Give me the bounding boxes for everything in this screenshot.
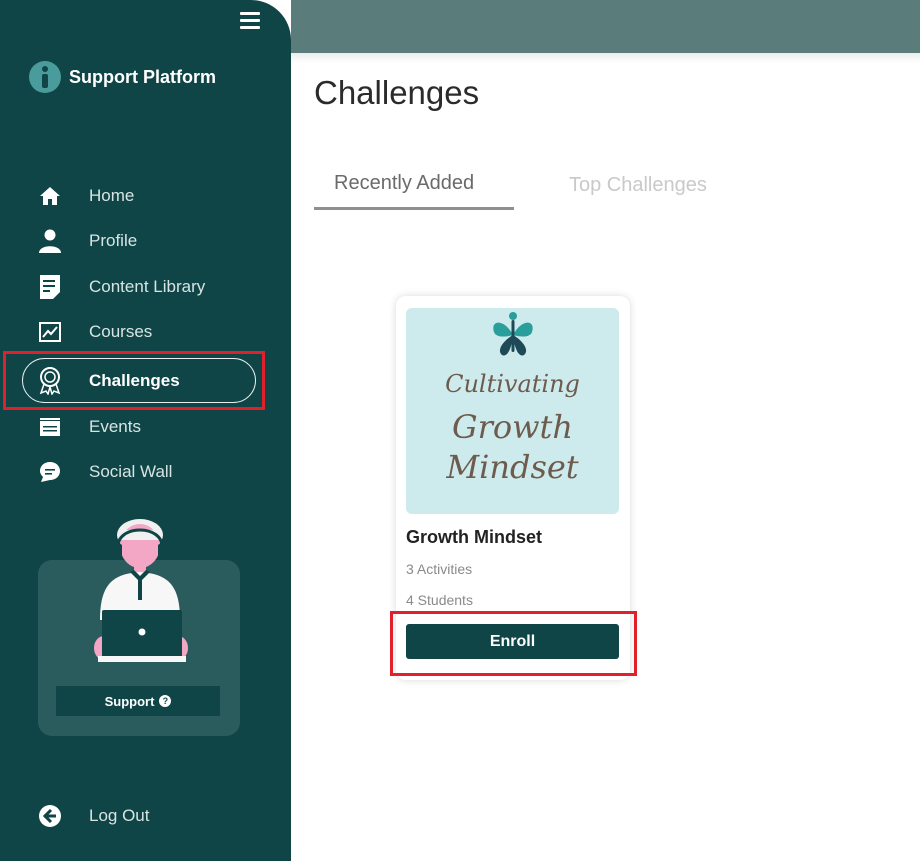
sidebar-item-challenges[interactable]: Challenges xyxy=(22,358,256,403)
top-bar xyxy=(291,0,920,53)
home-icon xyxy=(38,184,62,208)
logout-button[interactable]: Log Out xyxy=(38,797,150,835)
sidebar-item-events[interactable]: Events xyxy=(38,407,141,447)
brand-name: Support Platform xyxy=(69,66,216,87)
cover-text-line: Growth xyxy=(452,408,573,446)
tab-top-challenges[interactable]: Top Challenges xyxy=(569,166,707,210)
brand[interactable]: Support Platform xyxy=(29,61,216,93)
sidebar-item-label: Courses xyxy=(89,322,153,341)
sidebar-item-social-wall[interactable]: Social Wall xyxy=(38,452,172,492)
challenge-card[interactable]: Cultivating Growth Mindset Growth Mindse… xyxy=(396,296,630,680)
challenge-title: Growth Mindset xyxy=(406,527,542,547)
sidebar-item-label: Social Wall xyxy=(89,462,173,481)
sidebar-item-home[interactable]: Home xyxy=(38,176,134,216)
tab-recently-added[interactable]: Recently Added xyxy=(314,166,514,210)
challenge-cover-image: Cultivating Growth Mindset xyxy=(406,308,619,514)
sidebar-item-profile[interactable]: Profile xyxy=(38,221,137,261)
support-button[interactable]: Support ? xyxy=(56,686,220,716)
chat-bubble-icon xyxy=(38,460,62,484)
sidebar-item-content-library[interactable]: Content Library xyxy=(38,267,205,307)
sidebar: Support Platform Home Profile Content Li… xyxy=(0,0,291,861)
support-agent-illustration xyxy=(94,519,188,662)
butterfly-logo-icon xyxy=(493,312,533,356)
sidebar-item-label: Content Library xyxy=(89,277,206,296)
info-logo-icon xyxy=(29,61,61,93)
logout-label: Log Out xyxy=(89,806,150,825)
enroll-button[interactable]: Enroll xyxy=(406,624,619,659)
sidebar-item-label: Home xyxy=(89,186,135,205)
question-icon: ? xyxy=(159,695,172,707)
document-icon xyxy=(38,275,62,299)
chart-board-icon xyxy=(38,320,62,344)
calendar-icon xyxy=(38,415,62,439)
support-label: Support xyxy=(104,693,155,709)
sidebar-item-label: Challenges xyxy=(89,370,180,390)
sidebar-item-courses[interactable]: Courses xyxy=(38,312,152,352)
user-icon xyxy=(38,229,62,253)
cover-text-line: Cultivating xyxy=(445,370,580,398)
sidebar-item-label: Profile xyxy=(89,231,138,250)
cover-text-line: Mindset xyxy=(446,448,579,486)
sidebar-item-label: Events xyxy=(89,417,141,436)
menu-toggle-icon[interactable] xyxy=(240,12,260,30)
logout-arrow-icon xyxy=(38,804,62,828)
activities-count: 3 Activities xyxy=(406,561,473,577)
award-icon xyxy=(38,366,62,395)
page-title: Challenges xyxy=(314,74,480,111)
top-bar-shadow xyxy=(291,53,920,63)
students-count: 4 Students xyxy=(406,592,473,608)
